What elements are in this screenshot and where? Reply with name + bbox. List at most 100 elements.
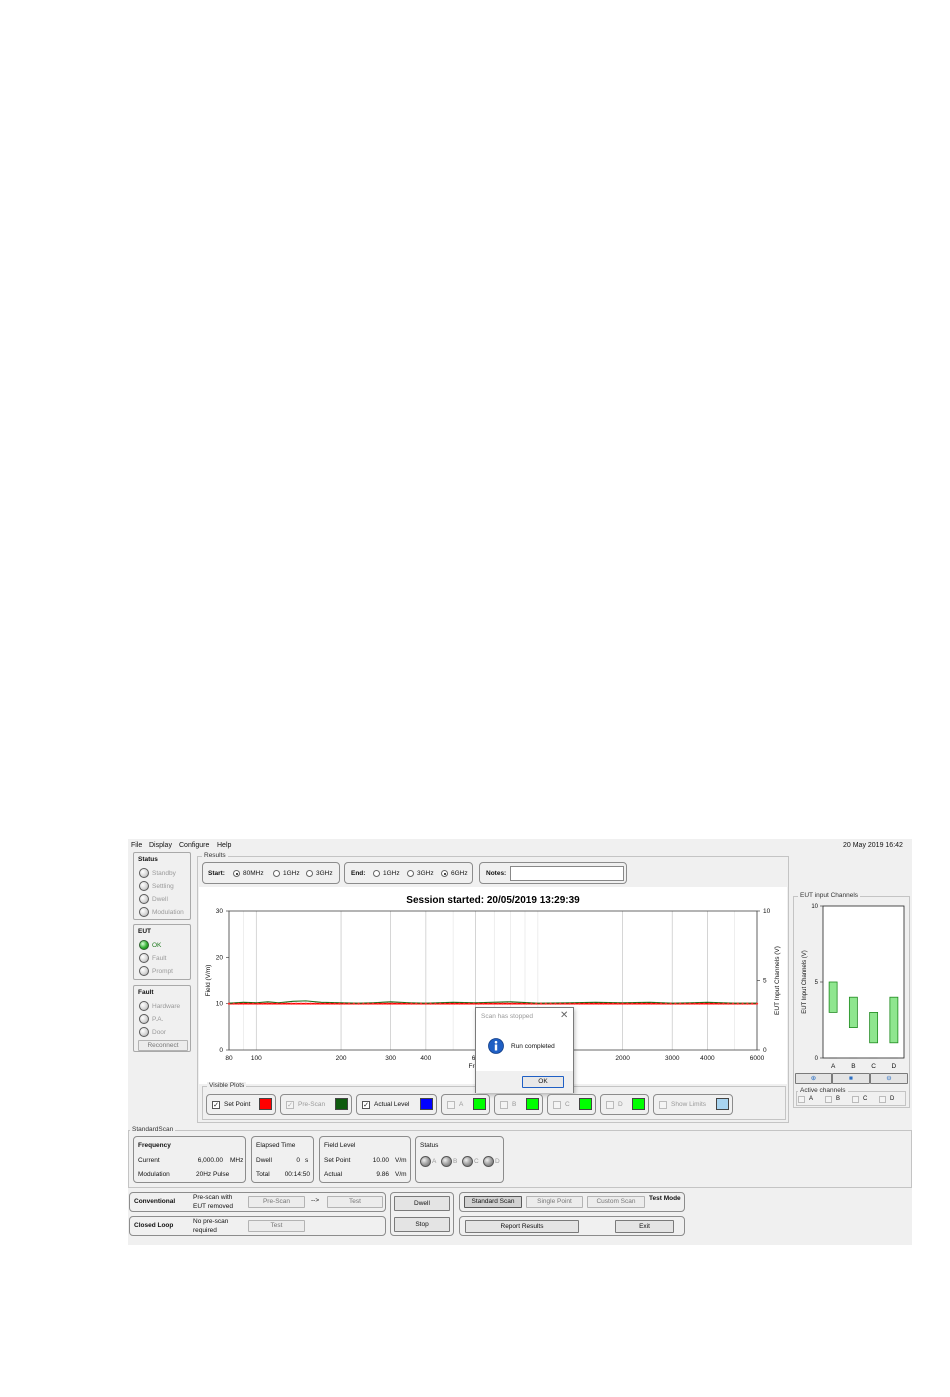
visible-plot-checkbox[interactable]	[606, 1101, 614, 1109]
menu-file[interactable]: File	[131, 842, 142, 849]
stop-square-icon[interactable]: ■	[832, 1073, 870, 1084]
status-channels-title: Status	[420, 1142, 439, 1149]
report-results-button[interactable]: Report Results	[465, 1220, 579, 1233]
dwell-led-icon	[139, 894, 149, 904]
visible-plot-color-swatch[interactable]	[716, 1098, 729, 1110]
y2-tick-label: 5	[763, 978, 767, 985]
door-led-icon	[139, 1027, 149, 1037]
visible-plot-show-limits: Show Limits	[653, 1094, 733, 1115]
modulation-value: 20Hz Pulse	[196, 1171, 230, 1178]
eut-category-label: B	[851, 1063, 855, 1070]
visible-plot-checkbox[interactable]	[500, 1101, 508, 1109]
visible-plot-color-swatch[interactable]	[579, 1098, 592, 1110]
eut-label-prompt: Prompt	[152, 968, 173, 975]
status-panel: Status Standby Settling Dwell Modulation	[133, 852, 191, 920]
report-exit-box: Report Results Exit	[459, 1216, 685, 1236]
set-point-marker	[602, 1002, 605, 1005]
visible-plot-color-swatch[interactable]	[526, 1098, 539, 1110]
visible-plot-checkbox[interactable]	[553, 1101, 561, 1109]
standard-scan-mode-button[interactable]: Standard Scan	[464, 1196, 522, 1208]
end-radio-3ghz[interactable]	[407, 870, 414, 877]
setpoint-unit: V/m	[395, 1157, 407, 1164]
x-tick-label: 2000	[615, 1055, 630, 1062]
closed-loop-test-button[interactable]: Test	[248, 1220, 305, 1232]
conventional-test-button[interactable]: Test	[327, 1196, 383, 1208]
set-point-marker	[530, 1002, 533, 1005]
close-icon[interactable]: ✕	[560, 1010, 568, 1021]
set-point-marker	[693, 1002, 696, 1005]
start-option-80mhz: 80MHz	[243, 870, 264, 877]
visible-plot-d: D	[600, 1094, 649, 1115]
set-point-marker	[674, 1002, 677, 1005]
notes-input[interactable]	[510, 866, 624, 881]
zoom-in-icon[interactable]: ⊕	[795, 1073, 832, 1084]
settling-led-icon	[139, 881, 149, 891]
stop-button[interactable]: Stop	[394, 1217, 450, 1232]
ok-led-icon	[139, 940, 149, 950]
set-point-marker	[563, 1002, 567, 1005]
zoom-out-icon[interactable]: ⊖	[870, 1073, 908, 1084]
eut-y-tick-label: 10	[811, 904, 818, 910]
set-point-marker	[415, 1002, 418, 1005]
dialog-ok-button[interactable]: OK	[522, 1076, 564, 1088]
y-tick-label: 10	[216, 1001, 224, 1008]
visible-plot-color-swatch[interactable]	[473, 1098, 486, 1110]
visible-plot-color-swatch[interactable]	[335, 1098, 348, 1110]
eut-channels-legend: EUT input Channels	[798, 892, 861, 899]
menu-help[interactable]: Help	[217, 842, 231, 849]
end-radio-6ghz[interactable]	[441, 870, 448, 877]
active-channel-checkbox-a[interactable]	[798, 1096, 805, 1103]
visible-plot-checkbox[interactable]: ✓	[362, 1101, 370, 1109]
active-channel-label-b: B	[836, 1096, 841, 1102]
notes-box: Notes:	[479, 862, 627, 884]
set-point-marker	[717, 1002, 720, 1005]
fault-led-icon	[139, 953, 149, 963]
visible-plot-color-swatch[interactable]	[632, 1098, 645, 1110]
active-channel-checkbox-d[interactable]	[879, 1096, 886, 1103]
menu-display[interactable]: Display	[149, 842, 172, 849]
results-legend: Results	[202, 852, 228, 859]
y2-tick-label: 0	[763, 1047, 767, 1054]
visible-plot-c: C	[547, 1094, 596, 1115]
visible-plot-actual-level: ✓ Actual Level	[356, 1094, 437, 1115]
custom-scan-mode-button[interactable]: Custom Scan	[587, 1196, 645, 1208]
modulation-led-icon	[139, 907, 149, 917]
menu-configure[interactable]: Configure	[179, 842, 209, 849]
modulation-label: Modulation	[138, 1171, 170, 1178]
dwell-button[interactable]: Dwell	[394, 1196, 450, 1211]
eut-category-label: C	[871, 1063, 876, 1070]
y-tick-label: 30	[216, 908, 224, 915]
start-radio-80mhz[interactable]	[233, 870, 240, 877]
set-point-marker	[597, 1002, 600, 1005]
set-point-marker	[611, 1002, 615, 1005]
application-window: File Display Configure Help 20 May 2019 …	[128, 839, 912, 1245]
set-point-marker	[314, 1002, 317, 1005]
visible-plot-checkbox[interactable]: ✓	[212, 1101, 220, 1109]
set-point-marker	[371, 1002, 375, 1005]
visible-plot-checkbox[interactable]	[659, 1101, 667, 1109]
channel-a-label: A	[432, 1158, 437, 1165]
active-channel-checkbox-c[interactable]	[852, 1096, 859, 1103]
reconnect-button[interactable]: Reconnect	[138, 1040, 188, 1051]
active-channel-checkbox-b[interactable]	[825, 1096, 832, 1103]
datetime-display: 20 May 2019 16:42	[843, 842, 903, 849]
single-point-mode-button[interactable]: Single Point	[526, 1196, 583, 1208]
set-point-marker	[362, 1002, 365, 1005]
dwell-time-value: 0	[296, 1157, 300, 1164]
start-radio-1ghz[interactable]	[273, 870, 280, 877]
visible-plot-checkbox[interactable]	[447, 1101, 455, 1109]
exit-button[interactable]: Exit	[615, 1220, 674, 1233]
channel-c-label: C	[474, 1158, 479, 1165]
set-point-marker	[559, 1002, 562, 1005]
visible-plot-color-swatch[interactable]	[420, 1098, 433, 1110]
visible-plot-checkbox[interactable]: ✓	[286, 1101, 294, 1109]
set-point-marker	[506, 1002, 509, 1005]
end-radio-1ghz[interactable]	[373, 870, 380, 877]
prescan-button[interactable]: Pre-Scan	[248, 1196, 305, 1208]
visible-plot-color-swatch[interactable]	[259, 1098, 272, 1110]
end-label: End:	[351, 870, 366, 877]
set-point-marker	[746, 1002, 749, 1005]
standby-led-icon	[139, 868, 149, 878]
set-point-marker	[645, 1002, 648, 1005]
start-radio-3ghz[interactable]	[306, 870, 313, 877]
